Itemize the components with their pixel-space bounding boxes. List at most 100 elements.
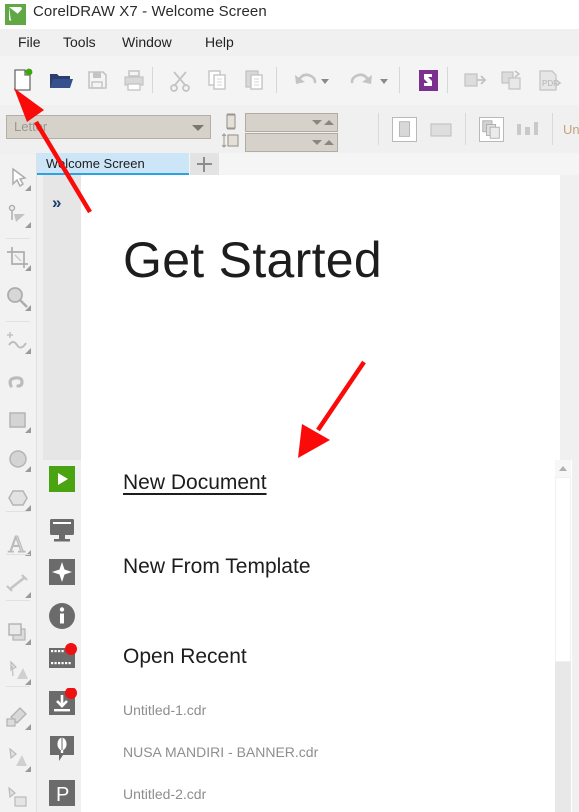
standard-toolbar: PDF xyxy=(0,56,579,106)
transparency-tool[interactable] xyxy=(3,657,33,687)
menu-item-file[interactable]: File xyxy=(12,33,47,51)
page-width-input[interactable] xyxy=(245,113,338,132)
recent-file-item[interactable]: Untitled-2.cdr xyxy=(123,786,206,802)
svg-text:P: P xyxy=(56,784,69,806)
landscape-orientation-button[interactable] xyxy=(427,117,455,142)
current-page-button[interactable] xyxy=(514,117,542,142)
svg-text:PDF: PDF xyxy=(542,79,558,88)
toolbar-separator xyxy=(276,67,277,93)
toolbox-separator xyxy=(6,321,30,322)
flyout-arrow-icon[interactable] xyxy=(25,592,31,598)
open-folder-icon[interactable] xyxy=(45,65,75,95)
flyout-arrow-icon[interactable] xyxy=(25,427,31,433)
expand-dock-chevron-icon[interactable]: » xyxy=(52,193,62,213)
balloon-swoosh-icon xyxy=(9,7,22,21)
scrollbar-thumb[interactable] xyxy=(555,477,571,662)
link-new-from-template[interactable]: New From Template xyxy=(123,555,311,579)
recent-file-item[interactable]: Untitled-1.cdr xyxy=(123,702,206,718)
height-spin-up-icon[interactable] xyxy=(324,140,334,145)
rectangle-tool[interactable] xyxy=(3,405,33,435)
info-button[interactable] xyxy=(47,601,77,631)
coreldraw-window: CorelDRAW X7 - Welcome Screen File Tools… xyxy=(0,0,579,812)
property-bar-separator xyxy=(465,113,466,145)
scrollbar-lower-track[interactable] xyxy=(555,662,571,812)
play-video-button[interactable] xyxy=(47,464,77,494)
page-title: Get Started xyxy=(123,232,382,288)
page-size-value: Letter xyxy=(14,119,48,134)
width-spin-down-icon[interactable] xyxy=(312,120,322,125)
shadow-tool[interactable] xyxy=(3,617,33,647)
publish-pdf-icon: PDF xyxy=(534,65,564,95)
flyout-arrow-icon[interactable] xyxy=(25,185,31,191)
freehand-tool[interactable] xyxy=(3,326,33,356)
print-icon xyxy=(119,65,149,95)
menu-item-window[interactable]: Window xyxy=(116,33,178,51)
zoom-tool[interactable] xyxy=(3,283,33,313)
flyout-arrow-icon[interactable] xyxy=(25,265,31,271)
workspace-screen-button[interactable] xyxy=(47,514,77,544)
artistic-media-tool[interactable] xyxy=(3,366,33,396)
save-icon xyxy=(82,65,112,95)
page-height-icon xyxy=(221,132,240,150)
chevron-down-icon[interactable] xyxy=(192,125,204,131)
open-recent-heading: Open Recent xyxy=(123,645,247,668)
title-bar: CorelDRAW X7 - Welcome Screen xyxy=(0,0,579,29)
menu-bar: File Tools Window Help xyxy=(0,29,579,56)
toolbox-separator xyxy=(6,600,30,601)
flyout-arrow-icon[interactable] xyxy=(25,766,31,772)
scrollbar-up-button[interactable] xyxy=(555,460,571,477)
height-spin-down-icon[interactable] xyxy=(312,140,322,145)
smart-fill-tool[interactable] xyxy=(3,783,33,812)
flyout-arrow-icon[interactable] xyxy=(25,550,31,556)
plus-membership-button[interactable]: P xyxy=(47,778,77,808)
copy-icon xyxy=(202,65,232,95)
new-features-button[interactable] xyxy=(47,557,77,587)
tab-welcome-screen[interactable]: Welcome Screen xyxy=(36,153,189,175)
flyout-arrow-icon[interactable] xyxy=(25,348,31,354)
property-bar-separator xyxy=(378,113,379,145)
page-height-input[interactable] xyxy=(245,133,338,152)
menu-item-tools[interactable]: Tools xyxy=(57,33,102,51)
link-new-document[interactable]: New Document xyxy=(123,471,267,495)
pick-tool[interactable] xyxy=(3,163,33,193)
window-title: CorelDRAW X7 - Welcome Screen xyxy=(33,3,267,20)
flyout-arrow-icon[interactable] xyxy=(25,679,31,685)
redo-dropdown-arrow-icon[interactable] xyxy=(377,65,391,95)
interactive-fill-tool[interactable] xyxy=(3,744,33,774)
crop-tool[interactable] xyxy=(3,243,33,273)
cut-scissors-icon xyxy=(165,65,195,95)
gallery-button[interactable] xyxy=(47,643,77,673)
flyout-arrow-icon[interactable] xyxy=(25,639,31,645)
ellipse-tool[interactable] xyxy=(3,444,33,474)
toolbox-separator xyxy=(6,511,30,512)
dock-panel-background xyxy=(43,175,81,460)
polygon-tool[interactable] xyxy=(3,483,33,513)
all-pages-button[interactable] xyxy=(479,117,504,142)
menu-item-help[interactable]: Help xyxy=(199,33,240,51)
page-size-combobox[interactable]: Letter xyxy=(6,115,211,139)
tab-welcome-screen-label: Welcome Screen xyxy=(46,156,145,171)
export-icon xyxy=(497,65,527,95)
membership-balloon-button[interactable] xyxy=(47,733,77,763)
flyout-arrow-icon[interactable] xyxy=(25,466,31,472)
flyout-arrow-icon[interactable] xyxy=(25,724,31,730)
page-width-icon xyxy=(222,113,240,131)
flyout-arrow-icon[interactable] xyxy=(25,305,31,311)
flyout-arrow-icon[interactable] xyxy=(25,222,31,228)
chevron-up-icon xyxy=(559,466,567,471)
undo-dropdown-arrow-icon[interactable] xyxy=(318,65,332,95)
color-eyedropper-tool[interactable] xyxy=(3,702,33,732)
add-tab-button[interactable] xyxy=(190,153,219,175)
width-spin-up-icon[interactable] xyxy=(324,120,334,125)
corel-connect-icon[interactable] xyxy=(413,65,443,95)
units-label: Un xyxy=(563,122,579,137)
shape-tool[interactable] xyxy=(3,200,33,230)
toolbar-separator xyxy=(447,67,448,93)
new-document-icon[interactable] xyxy=(8,65,38,95)
parallel-dimension-tool[interactable] xyxy=(3,570,33,600)
import-icon xyxy=(460,65,490,95)
plus-icon xyxy=(203,157,205,172)
updates-download-button[interactable] xyxy=(47,687,77,718)
recent-file-item[interactable]: NUSA MANDIRI - BANNER.cdr xyxy=(123,744,318,760)
portrait-orientation-button[interactable] xyxy=(392,117,417,142)
